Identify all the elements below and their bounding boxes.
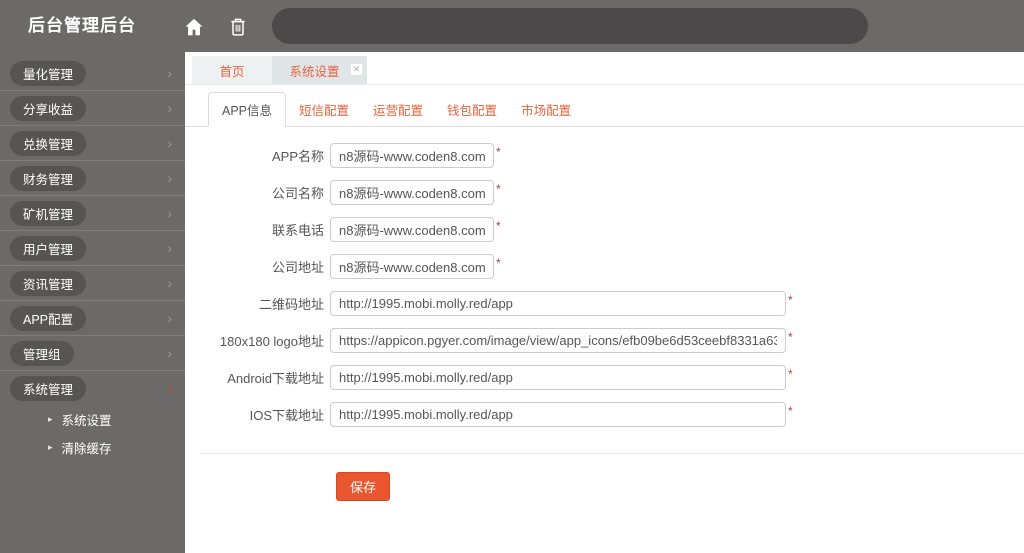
tab-close-icon[interactable]: ✕ xyxy=(351,64,362,75)
form-row: Android下载地址 * xyxy=(185,365,1024,390)
field-input[interactable] xyxy=(330,180,494,205)
sidebar-item-7[interactable]: APP配置 › xyxy=(0,301,185,336)
form-row: 公司地址 * xyxy=(185,254,1024,279)
chevron-right-icon: › xyxy=(167,345,172,361)
form-row: 公司名称 * xyxy=(185,180,1024,205)
sidebar-item-3[interactable]: 财务管理 › xyxy=(0,161,185,196)
required-asterisk: * xyxy=(496,182,501,196)
required-asterisk: * xyxy=(788,293,793,307)
save-button[interactable]: 保存 xyxy=(336,472,391,501)
sidebar-item-4[interactable]: 矿机管理 › xyxy=(0,196,185,231)
field-input[interactable] xyxy=(330,365,786,390)
field-input[interactable] xyxy=(330,217,494,242)
page-tabstrip: 首页 系统设置 ✕ xyxy=(185,52,1024,85)
form-row: 180x180 logo地址 * xyxy=(185,328,1024,353)
main-content: 首页 系统设置 ✕ APP信息短信配置运营配置钱包配置市场配置 APP名称 * … xyxy=(185,52,1024,553)
sidebar-item-9[interactable]: 系统管理 › xyxy=(0,371,185,405)
page-tab-0[interactable]: 首页 xyxy=(192,56,272,84)
subtab-1[interactable]: 短信配置 xyxy=(288,93,360,126)
home-icon[interactable] xyxy=(183,16,205,38)
form-row: 联系电话 * xyxy=(185,217,1024,242)
triangle-right-icon: ▸ xyxy=(48,413,53,424)
subtab-4[interactable]: 市场配置 xyxy=(510,93,582,126)
field-label: 180x180 logo地址 xyxy=(219,334,324,349)
field-input[interactable] xyxy=(330,328,786,353)
subtab-2[interactable]: 运营配置 xyxy=(362,93,434,126)
field-input[interactable] xyxy=(330,402,786,427)
sidebar-item-2[interactable]: 兑换管理 › xyxy=(0,126,185,161)
search-bar[interactable] xyxy=(272,8,868,44)
field-label: 公司名称 xyxy=(271,186,324,201)
app-title: 后台管理后台 xyxy=(28,16,136,35)
subtab-0[interactable]: APP信息 xyxy=(208,92,287,127)
required-asterisk: * xyxy=(788,330,793,344)
sidebar-subitem-0[interactable]: ▸ 系统设置 xyxy=(0,405,185,433)
chevron-right-icon: › xyxy=(167,65,172,81)
form-row: 二维码地址 * xyxy=(185,291,1024,316)
chevron-right-icon: › xyxy=(167,205,172,221)
required-asterisk: * xyxy=(496,256,501,270)
sidebar-item-0[interactable]: 量化管理 › xyxy=(0,56,185,91)
field-label: APP名称 xyxy=(271,149,324,164)
page-tab-1[interactable]: 系统设置 ✕ xyxy=(272,56,367,84)
trash-icon[interactable] xyxy=(228,16,250,38)
settings-subtabs: APP信息 短信配置 运营配置 钱包配置 市场配置 xyxy=(185,85,1024,127)
required-asterisk: * xyxy=(496,219,501,233)
chevron-right-icon: › xyxy=(167,380,172,396)
field-label: 公司地址 xyxy=(271,260,324,275)
form-row: APP名称 * xyxy=(185,143,1024,168)
sidebar-item-5[interactable]: 用户管理 › xyxy=(0,231,185,266)
form-divider xyxy=(200,453,1024,454)
chevron-right-icon: › xyxy=(167,100,172,116)
required-asterisk: * xyxy=(788,404,793,418)
sidebar-subitem-1[interactable]: ▸ 清除缓存 xyxy=(0,433,185,461)
field-input[interactable] xyxy=(330,143,494,168)
app-info-form: APP名称 * 公司名称 * 联系电话 * 公司地址 * 二维码地址 * 180… xyxy=(185,127,1024,427)
sidebar-item-8[interactable]: 管理组 › xyxy=(0,336,185,371)
topbar: 后台管理后台 xyxy=(0,0,1024,52)
field-label: Android下载地址 xyxy=(227,371,324,386)
chevron-right-icon: › xyxy=(167,240,172,256)
chevron-right-icon: › xyxy=(167,275,172,291)
required-asterisk: * xyxy=(496,145,501,159)
field-input[interactable] xyxy=(330,254,494,279)
chevron-right-icon: › xyxy=(167,135,172,151)
required-asterisk: * xyxy=(788,367,793,381)
sidebar-item-1[interactable]: 分享收益 › xyxy=(0,91,185,126)
form-row: IOS下载地址 * xyxy=(185,402,1024,427)
chevron-right-icon: › xyxy=(167,310,172,326)
triangle-right-icon: ▸ xyxy=(48,441,53,452)
sidebar: 量化管理 › 分享收益 › 兑换管理 › 财务管理 › 矿机管理 › 用户管理 … xyxy=(0,52,185,553)
sidebar-item-6[interactable]: 资讯管理 › xyxy=(0,266,185,301)
field-label: 二维码地址 xyxy=(258,297,324,312)
field-label: 联系电话 xyxy=(271,223,324,238)
subtab-3[interactable]: 钱包配置 xyxy=(436,93,508,126)
field-input[interactable] xyxy=(330,291,786,316)
chevron-right-icon: › xyxy=(167,170,172,186)
field-label: IOS下载地址 xyxy=(249,408,324,423)
